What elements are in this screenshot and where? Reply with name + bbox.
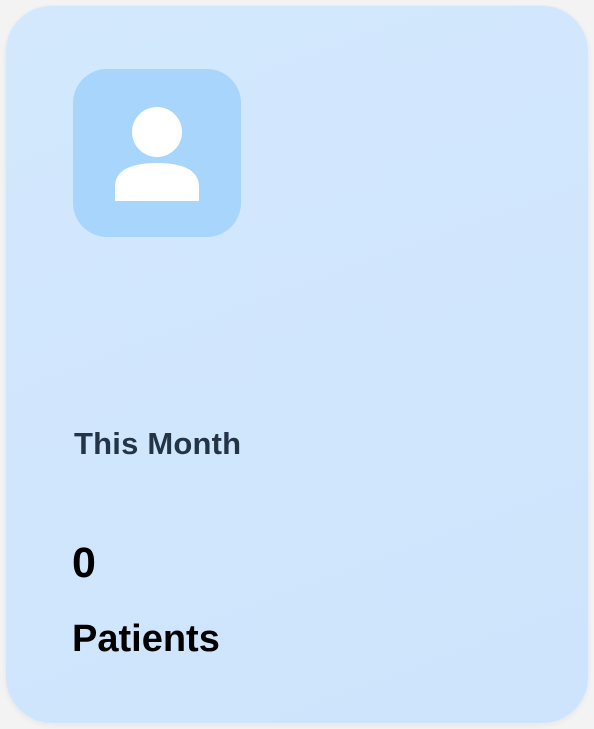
patient-count-unit: Patients: [72, 618, 220, 660]
patients-stat-card: This Month 0 Patients: [6, 6, 588, 723]
patient-count-value: 0: [72, 539, 96, 587]
icon-tile: [73, 69, 241, 237]
period-label: This Month: [74, 426, 242, 461]
user-icon: [115, 107, 199, 201]
